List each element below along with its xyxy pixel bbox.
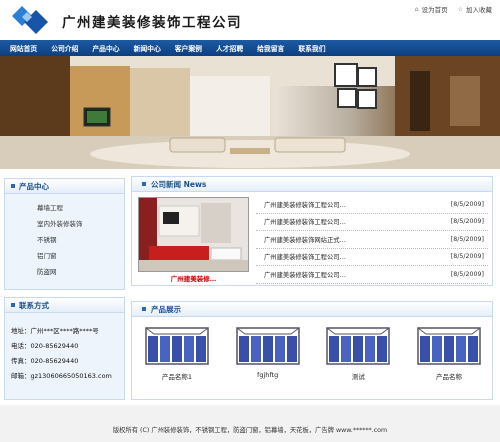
nav-home[interactable]: 网站首页 <box>10 43 37 53</box>
news-item[interactable]: 广州建美装修装饰工程公司… [8/5/2009] <box>256 249 488 266</box>
site-header: 广州建美装修装饰工程公司 ⌂ 设为首页 ☆ 加入收藏 <box>0 0 500 40</box>
news-photo-caption[interactable]: 广州建美装修… <box>138 273 249 283</box>
showcase-item[interactable]: fgjhftg <box>229 324 307 381</box>
news-title[interactable]: 广州建美装修装饰工程公司… <box>264 252 346 261</box>
news-item[interactable]: 广州建美装修装饰工程公司… [8/5/2009] <box>256 196 488 214</box>
showcase-item-name[interactable]: fgjhftg <box>229 371 307 379</box>
nav-contact[interactable]: 联系我们 <box>298 43 325 53</box>
showcase-panel-header: 产品展示 <box>132 302 492 317</box>
nav-cases[interactable]: 客户案例 <box>175 43 202 53</box>
product-category-item[interactable]: 防盗网 <box>5 264 124 280</box>
news-date: [8/5/2009] <box>450 235 484 243</box>
home-icon: ⌂ <box>414 5 419 13</box>
glass-door-image <box>415 324 482 366</box>
contact-address: 地址：广州***区****路****号 <box>11 327 99 335</box>
product-category-item[interactable]: 室内外装修装饰 <box>5 216 124 232</box>
nav-products[interactable]: 产品中心 <box>92 43 119 53</box>
add-favorite-link[interactable]: ☆ 加入收藏 <box>457 4 492 15</box>
contact-sidebar: 联系方式 地址：广州***区****路****号 电话：020-85629440… <box>4 297 125 400</box>
glass-door-image <box>234 324 301 366</box>
add-favorite-label: 加入收藏 <box>466 6 492 14</box>
set-homepage-link[interactable]: ⌂ 设为首页 <box>414 4 448 15</box>
product-category-item[interactable]: 铝门窗 <box>5 248 124 264</box>
showcase-item[interactable]: 产品名称 <box>410 324 488 381</box>
showcase-item-name[interactable]: 产品名称1 <box>138 371 216 381</box>
square-bullet-icon <box>142 182 146 186</box>
site-footer: 版权所有 (C) 广州装修装饰，不锈钢工程，防盗门窗，铝幕墙，天花板，广告牌 w… <box>0 405 500 442</box>
main-nav: 网站首页 公司介绍 产品中心 新闻中心 客户案例 人才招聘 给我留言 联系我们 <box>0 40 500 56</box>
product-showcase-panel: 产品展示 产品名称1 fgjhftg 测试 产品名称 <box>131 301 493 400</box>
news-title[interactable]: 广州建美装修装饰工程公司… <box>264 270 346 279</box>
news-title[interactable]: 广州建美装修装饰网站正式… <box>264 235 346 244</box>
showcase-item[interactable]: 测试 <box>319 324 397 381</box>
showcase-item-name[interactable]: 产品名称 <box>410 371 488 381</box>
showcase-panel-title: 产品展示 <box>151 304 181 314</box>
nav-about[interactable]: 公司介绍 <box>51 43 78 53</box>
contact-phone: 电话：020-85629440 <box>11 342 79 350</box>
contact-fax: 传真：020-85629440 <box>11 357 79 365</box>
news-list: 广州建美装修装饰工程公司… [8/5/2009] 广州建美装修装饰工程公司… [8/… <box>256 196 488 284</box>
news-date: [8/5/2009] <box>450 253 484 261</box>
glass-door-image <box>144 324 210 366</box>
square-bullet-icon <box>11 184 15 188</box>
products-sidebar-title: 产品中心 <box>19 181 49 191</box>
products-sidebar-header: 产品中心 <box>5 179 124 194</box>
news-item[interactable]: 广州建美装修装饰网站正式… [8/5/2009] <box>256 231 488 249</box>
nav-news[interactable]: 新闻中心 <box>134 43 161 53</box>
contact-email: 邮箱：gz13060665050163.com <box>11 372 112 380</box>
company-news-panel: 公司新闻 News 广州建美装修… 广州建美装修装饰工程公司… [8/5/2009… <box>131 176 493 286</box>
product-category-list: 幕墙工程 室内外装修装饰 不锈钢 铝门窗 防盗网 <box>5 194 124 280</box>
set-homepage-label: 设为首页 <box>421 6 448 14</box>
news-date: [8/5/2009] <box>450 270 484 278</box>
news-title[interactable]: 广州建美装修装饰工程公司… <box>264 200 346 209</box>
news-item[interactable]: 广州建美装修装饰工程公司… [8/5/2009] <box>256 266 488 284</box>
interior-banner-image <box>0 56 500 169</box>
product-category-item[interactable]: 不锈钢 <box>5 232 124 248</box>
news-date: [8/5/2009] <box>450 200 484 208</box>
top-links: ⌂ 设为首页 ☆ 加入收藏 <box>414 4 492 15</box>
star-icon: ☆ <box>457 5 463 13</box>
contact-sidebar-header: 联系方式 <box>5 298 124 313</box>
news-title[interactable]: 广州建美装修装饰工程公司… <box>264 217 346 226</box>
product-category-item[interactable]: 幕墙工程 <box>5 200 124 216</box>
news-panel-header: 公司新闻 News <box>132 177 492 192</box>
company-logo[interactable] <box>8 4 54 34</box>
square-bullet-icon <box>11 303 15 307</box>
contact-sidebar-title: 联系方式 <box>19 300 49 310</box>
news-item[interactable]: 广州建美装修装饰工程公司… [8/5/2009] <box>256 214 488 231</box>
products-sidebar: 产品中心 幕墙工程 室内外装修装饰 不锈钢 铝门窗 防盗网 <box>4 178 125 290</box>
news-date: [8/5/2009] <box>450 218 484 226</box>
company-name: 广州建美装修装饰工程公司 <box>62 15 242 31</box>
copyright-text: 版权所有 (C) 广州装修装饰，不锈钢工程，防盗门窗，铝幕墙，天花板，广告牌 w… <box>112 427 388 434</box>
showcase-item[interactable]: 产品名称1 <box>138 324 216 381</box>
living-room-photo <box>139 198 248 271</box>
news-panel-title: 公司新闻 News <box>151 179 207 189</box>
nav-jobs[interactable]: 人才招聘 <box>216 43 243 53</box>
glass-door-image <box>325 324 392 366</box>
square-bullet-icon <box>142 307 146 311</box>
news-photo[interactable] <box>138 197 249 272</box>
banner-illustration <box>0 56 500 169</box>
nav-guestbook[interactable]: 给我留言 <box>257 43 284 53</box>
showcase-item-name[interactable]: 测试 <box>319 371 397 381</box>
